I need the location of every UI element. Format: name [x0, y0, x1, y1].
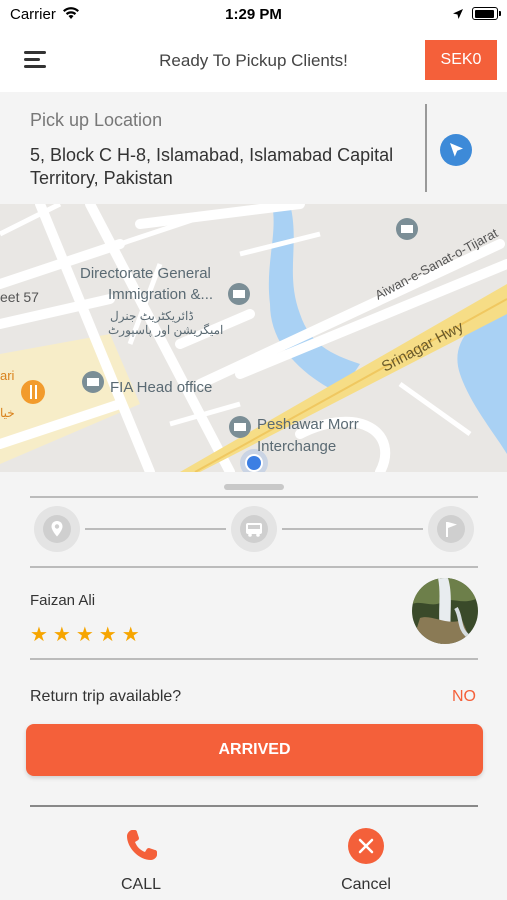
- cancel-button[interactable]: Cancel: [316, 826, 416, 894]
- call-label: CALL: [120, 876, 162, 893]
- svg-text:خیا: خیا: [0, 406, 15, 420]
- divider: [30, 496, 478, 498]
- svg-text:Interchange: Interchange: [257, 438, 336, 455]
- map-poi-peshawar-icon: [229, 416, 251, 438]
- map-poi-top-icon: [396, 218, 418, 240]
- location-pin-icon: [51, 521, 63, 537]
- bus-icon: [246, 523, 262, 537]
- call-button[interactable]: CALL: [91, 826, 191, 894]
- navigate-button[interactable]: [440, 134, 472, 166]
- map-canvas: Directorate General Immigration &... ڈائ…: [0, 204, 507, 472]
- trip-details-sheet: Faizan Ali ★★★★★ Return trip available? …: [0, 472, 507, 900]
- arrived-button[interactable]: ARRIVED: [26, 724, 483, 776]
- map-view[interactable]: Directorate General Immigration &... ڈائ…: [0, 204, 507, 472]
- return-trip-label: Return trip available?: [30, 688, 182, 705]
- driver-name: Faizan Ali: [30, 592, 96, 609]
- pickup-location-panel: Pick up Location 5, Block C H-8, Islamab…: [0, 92, 507, 204]
- cancel-label: Cancel: [341, 876, 391, 893]
- map-poi-restaurant-icon: [21, 380, 45, 404]
- phone-icon: [127, 830, 157, 860]
- battery-icon: [472, 7, 501, 20]
- svg-text:FIA Head office: FIA Head office: [110, 379, 212, 396]
- step-connector: [282, 528, 423, 530]
- svg-text:eet 57: eet 57: [0, 289, 39, 305]
- location-arrow-icon: [453, 9, 463, 19]
- app-header: Ready To Pickup Clients! SEK0: [0, 30, 507, 92]
- step-connector: [85, 528, 226, 530]
- divider: [425, 104, 427, 192]
- navigation-arrow-icon: [450, 143, 463, 157]
- pickup-location-label: Pick up Location: [30, 110, 163, 130]
- pickup-address: 5, Block C H-8, Islamabad, Islamabad Cap…: [30, 145, 394, 188]
- map-poi-directorate-icon: [228, 283, 250, 305]
- map-poi-fia-icon: [82, 371, 104, 393]
- step-pickup: [34, 506, 80, 552]
- close-circle-icon: [348, 828, 384, 864]
- driver-rating-stars: ★★★★★: [30, 624, 145, 646]
- svg-text:Immigration &...: Immigration &...: [108, 286, 213, 303]
- divider: [30, 658, 478, 660]
- sek-balance-button[interactable]: SEK0: [425, 40, 497, 80]
- divider: [30, 805, 478, 807]
- sheet-drag-handle[interactable]: [224, 484, 284, 490]
- divider: [30, 566, 478, 568]
- step-dropoff: [428, 506, 474, 552]
- svg-text:Directorate General: Directorate General: [80, 265, 211, 282]
- status-bar: Carrier 1:29 PM: [0, 0, 507, 30]
- driver-avatar: [412, 578, 478, 644]
- return-trip-toggle[interactable]: NO: [452, 688, 476, 706]
- svg-text:ڈائریکٹریٹ جنرل: ڈائریکٹریٹ جنرل: [110, 309, 194, 323]
- svg-text:امیگریشن اور پاسپورٹ: امیگریشن اور پاسپورٹ: [108, 323, 223, 337]
- svg-text:Peshawar Morr: Peshawar Morr: [257, 416, 359, 433]
- flag-icon: [446, 522, 457, 537]
- clock-time: 1:29 PM: [225, 6, 282, 23]
- svg-text:ari: ari: [0, 368, 15, 383]
- step-in-transit: [231, 506, 277, 552]
